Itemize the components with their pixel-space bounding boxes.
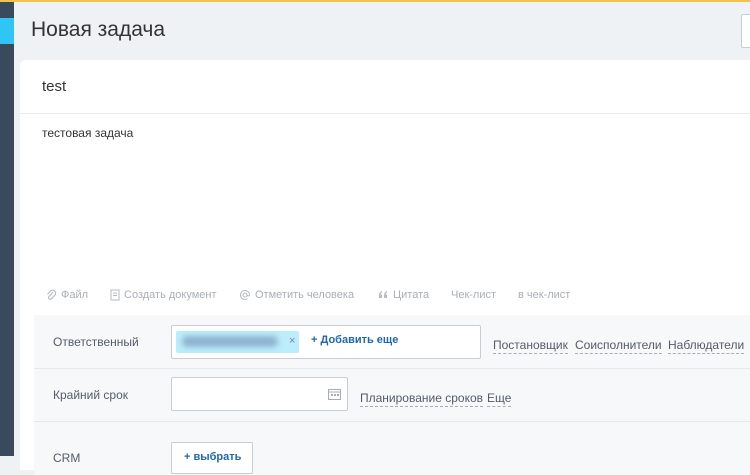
task-title-input[interactable]: test bbox=[42, 78, 66, 95]
left-sidebar bbox=[0, 2, 14, 456]
toolbar-mention-label: Отметить человека bbox=[255, 289, 355, 301]
top-accent-line bbox=[0, 0, 750, 2]
crm-label: CRM bbox=[53, 451, 81, 465]
quote-icon bbox=[379, 291, 387, 298]
toolbar-checklist-label: Чек-лист bbox=[451, 289, 497, 301]
coexecutors-link[interactable]: Соисполнители bbox=[575, 338, 662, 354]
task-form-card: test тестовая задача Файл Создать докуме… bbox=[20, 60, 750, 475]
sidebar-active-marker bbox=[0, 18, 14, 44]
responsible-user-chip[interactable]: × bbox=[176, 331, 299, 353]
paperclip-icon bbox=[47, 289, 57, 300]
task-fields-panel: Ответственный × + Добавить еще Постановщ… bbox=[34, 315, 750, 475]
toolbar-create-document-label: Создать документ bbox=[124, 289, 217, 301]
row-divider bbox=[34, 368, 750, 369]
creator-link[interactable]: Постановщик bbox=[493, 338, 568, 354]
crm-select-label: + выбрать bbox=[184, 451, 242, 463]
toolbar-create-document[interactable]: Создать документ bbox=[110, 289, 217, 301]
responsible-label: Ответственный bbox=[53, 335, 139, 349]
toolbar-quote-label: Цитата bbox=[393, 289, 430, 301]
header-settings-button[interactable] bbox=[741, 14, 750, 48]
toolbar-to-checklist-label: в чек-лист bbox=[518, 289, 571, 301]
deadline-planning-link[interactable]: Планирование сроков bbox=[360, 391, 484, 407]
title-divider bbox=[20, 113, 750, 114]
calendar-icon[interactable] bbox=[328, 388, 341, 400]
task-description-editor[interactable]: тестовая задача bbox=[42, 126, 133, 140]
deadline-input[interactable] bbox=[171, 377, 348, 411]
toolbar-checklist[interactable]: Чек-лист bbox=[451, 289, 496, 301]
toolbar-mention[interactable]: Отметить человека bbox=[239, 289, 354, 301]
deadline-label: Крайний срок bbox=[53, 388, 129, 402]
responsible-selector[interactable]: × + Добавить еще bbox=[171, 325, 481, 359]
at-sign-icon bbox=[240, 289, 251, 300]
row-divider bbox=[34, 421, 750, 422]
crm-select-button[interactable]: + выбрать bbox=[171, 442, 253, 474]
observers-link[interactable]: Наблюдатели bbox=[668, 338, 745, 354]
page-title: Новая задача bbox=[31, 18, 166, 41]
document-icon bbox=[110, 289, 120, 301]
remove-user-icon[interactable]: × bbox=[289, 335, 295, 347]
toolbar-to-checklist[interactable]: в чек-лист bbox=[518, 289, 570, 301]
deadline-more-link[interactable]: Еще bbox=[487, 391, 512, 407]
toolbar-file[interactable]: Файл bbox=[46, 289, 88, 301]
responsible-user-name-blurred bbox=[182, 336, 278, 347]
toolbar-quote[interactable]: Цитата bbox=[378, 289, 429, 301]
add-more-button[interactable]: + Добавить еще bbox=[311, 334, 398, 346]
toolbar-file-label: Файл bbox=[61, 289, 89, 301]
